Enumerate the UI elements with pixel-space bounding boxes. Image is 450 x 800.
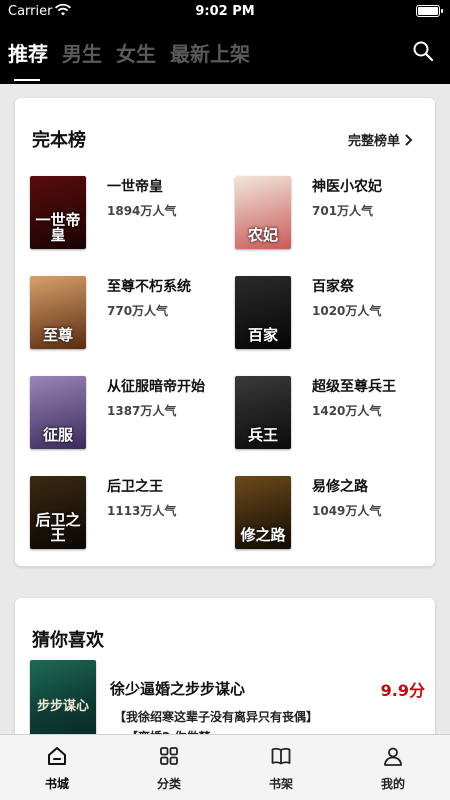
ranking-book[interactable]: 农妃 神医小农妃 701万人气 — [220, 170, 420, 254]
status-time: 9:02 PM — [195, 4, 255, 19]
ranking-book[interactable]: 兵王 超级至尊兵王 1420万人气 — [220, 370, 420, 454]
category-tabs: 推荐 男生 女生 最新上架 — [8, 38, 250, 81]
battery-icon — [416, 5, 443, 17]
cover-text: 征服 — [42, 426, 73, 444]
book-cover: 一世帝皇 — [30, 176, 86, 249]
recommend-book-title: 徐少逼婚之步步谋心 — [110, 680, 246, 698]
cover-text: 至尊 — [42, 326, 73, 344]
tab-bookshelf-label: 书架 — [268, 777, 293, 791]
grid-icon — [160, 747, 178, 765]
book-popularity: 1894万人气 — [107, 204, 177, 218]
book-cover: 百家 — [235, 276, 291, 349]
search-icon[interactable] — [412, 40, 434, 62]
book-cover: 步步谋心 — [30, 660, 96, 738]
cover-text: 修之路 — [240, 526, 286, 544]
tab-female[interactable]: 女生 — [116, 38, 156, 67]
top-bar: Carrier 9:02 PM 推荐 男生 女生 最新上架 — [0, 0, 450, 84]
book-popularity: 701万人气 — [312, 204, 374, 218]
book-icon — [271, 747, 291, 765]
tab-mine[interactable]: 我的 — [353, 745, 433, 792]
book-popularity: 1020万人气 — [312, 304, 382, 318]
status-bar: Carrier 9:02 PM — [0, 0, 450, 24]
book-popularity: 1113万人气 — [107, 504, 177, 518]
book-title: 从征服暗帝开始 — [107, 379, 205, 395]
user-icon — [384, 747, 402, 766]
recommend-score: 9.9分 — [380, 681, 425, 700]
bottom-tab-bar: 书城 分类 书架 我的 — [0, 734, 450, 800]
tab-mine-label: 我的 — [380, 777, 405, 791]
book-popularity: 1387万人气 — [107, 404, 177, 418]
tab-recommend[interactable]: 推荐 — [8, 38, 48, 81]
ranking-book[interactable]: 后卫之王 后卫之王 1113万人气 — [15, 470, 215, 554]
book-popularity: 770万人气 — [107, 304, 169, 318]
book-title: 一世帝皇 — [107, 179, 163, 195]
book-cover: 兵王 — [235, 376, 291, 449]
recommend-item[interactable]: 步步谋心 徐少逼婚之步步谋心 9.9分 【我徐绍寒这辈子没有离异只有丧偶】 【离… — [30, 658, 425, 744]
book-title: 超级至尊兵王 — [312, 379, 396, 395]
ranking-card: 完本榜 完整榜单 一世帝皇 一世帝皇 1894万人气 农妃 神医小农妃 701万人气 至尊至… — [15, 98, 435, 566]
cover-text: 百家 — [247, 326, 278, 344]
ranking-book[interactable]: 百家 百家祭 1020万人气 — [220, 270, 420, 354]
tab-bookshelf[interactable]: 书架 — [241, 745, 321, 792]
cover-text: 农妃 — [247, 226, 278, 244]
tab-category[interactable]: 分类 — [129, 745, 209, 792]
recommend-title: 猜你喜欢 — [32, 630, 104, 651]
book-cover: 修之路 — [235, 476, 291, 549]
tab-bookstore-label: 书城 — [44, 777, 69, 791]
ranking-book[interactable]: 至尊 至尊不朽系统 770万人气 — [15, 270, 215, 354]
book-title: 神医小农妃 — [312, 179, 382, 195]
recommend-desc: 【我徐绍寒这辈子没有离异只有丧偶】 — [114, 710, 319, 724]
cover-text: 兵王 — [247, 426, 278, 444]
cover-text: 一世帝皇 — [35, 211, 81, 244]
tab-newest[interactable]: 最新上架 — [170, 38, 250, 67]
full-ranking-label: 完整榜单 — [347, 134, 400, 149]
chevron-right-icon — [405, 133, 413, 146]
book-cover: 农妃 — [235, 176, 291, 249]
book-title: 易修之路 — [312, 479, 368, 495]
tab-male[interactable]: 男生 — [62, 38, 102, 67]
cover-text: 步步谋心 — [36, 699, 89, 714]
full-ranking-link[interactable]: 完整榜单 — [348, 130, 413, 149]
ranking-book[interactable]: 征服 从征服暗帝开始 1387万人气 — [15, 370, 215, 454]
tab-category-label: 分类 — [156, 777, 181, 791]
book-title: 百家祭 — [312, 279, 354, 295]
book-title: 至尊不朽系统 — [107, 279, 191, 295]
cover-text: 后卫之王 — [35, 511, 81, 544]
book-cover: 征服 — [30, 376, 86, 449]
ranking-title: 完本榜 — [32, 130, 86, 151]
ranking-book[interactable]: 一世帝皇 一世帝皇 1894万人气 — [15, 170, 215, 254]
book-cover: 后卫之王 — [30, 476, 86, 549]
book-popularity: 1049万人气 — [312, 504, 382, 518]
book-cover: 至尊 — [30, 276, 86, 349]
book-popularity: 1420万人气 — [312, 404, 382, 418]
book-title: 后卫之王 — [107, 479, 163, 495]
tab-bookstore[interactable]: 书城 — [17, 745, 97, 792]
ranking-book[interactable]: 修之路 易修之路 1049万人气 — [220, 470, 420, 554]
home-icon — [48, 747, 66, 765]
